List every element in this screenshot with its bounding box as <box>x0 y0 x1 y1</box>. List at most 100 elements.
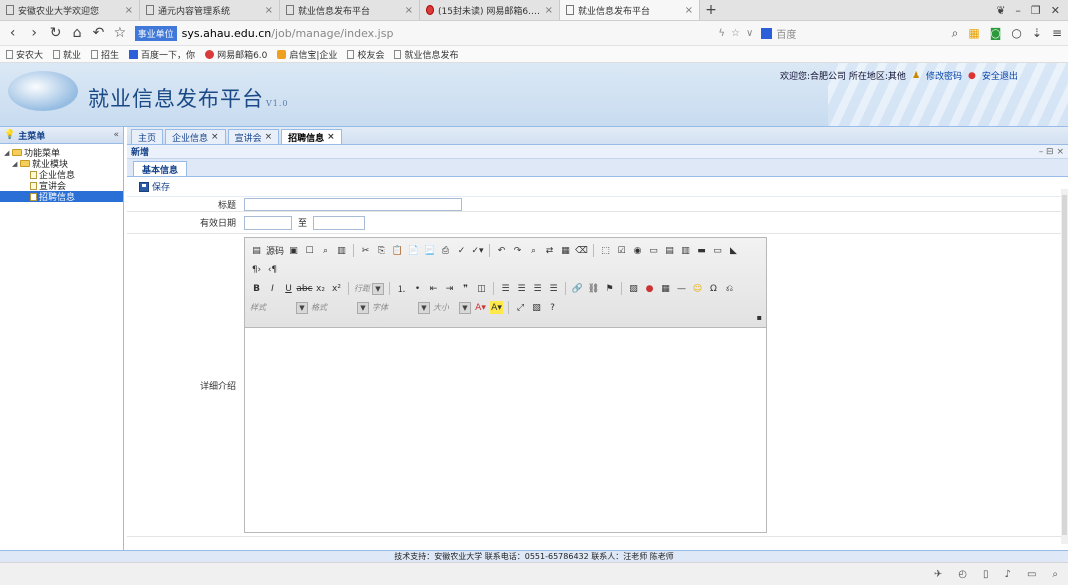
close-icon[interactable]: × <box>685 5 693 16</box>
bookmark-item[interactable]: 校友会 <box>347 48 384 61</box>
strikethrough-icon[interactable]: abc <box>296 282 312 295</box>
select-all-icon[interactable]: ▦ <box>559 244 572 257</box>
paste-icon[interactable]: 📋 <box>391 244 404 257</box>
collapse-sidebar-button[interactable]: « <box>113 130 119 140</box>
date-from-input[interactable] <box>244 215 292 230</box>
button-icon[interactable]: ▬ <box>695 244 708 257</box>
radio-icon[interactable]: ◉ <box>631 244 644 257</box>
paste-word-icon[interactable]: 📃 <box>423 244 436 257</box>
horizontal-rule-icon[interactable]: — <box>675 282 688 295</box>
close-icon[interactable]: × <box>405 5 413 16</box>
history-icon[interactable]: ◴ <box>958 569 967 580</box>
browser-tab-5[interactable]: 就业信息发布平台 × <box>560 0 700 20</box>
bookmark-item[interactable]: 招生 <box>91 48 119 61</box>
forward-icon[interactable]: › <box>27 25 40 41</box>
print-icon[interactable]: ⎙ <box>439 244 452 257</box>
anchor-icon[interactable]: ⚑ <box>603 282 616 295</box>
subscript-icon[interactable]: x₂ <box>314 282 327 295</box>
cut-icon[interactable]: ✂ <box>359 244 372 257</box>
new-page-icon[interactable]: ☐ <box>303 244 316 257</box>
chevron-down-icon[interactable]: ▼ <box>357 301 369 314</box>
ltr-icon[interactable]: ¶› <box>250 263 263 276</box>
new-tab-button[interactable]: + <box>700 0 722 20</box>
source-button[interactable]: 源码 <box>266 244 284 257</box>
menu-icon[interactable]: ≡ <box>1052 26 1062 40</box>
window-close-icon[interactable]: ✕ <box>1051 4 1060 17</box>
unlink-icon[interactable]: ⛓ <box>587 282 600 295</box>
chevron-down-icon[interactable]: ▼ <box>296 301 308 314</box>
undo-close-icon[interactable]: ↶ <box>92 25 105 41</box>
form-icon[interactable]: ⬚ <box>599 244 612 257</box>
spellcheck-dropdown-icon[interactable]: ✓▾ <box>471 244 484 257</box>
main-scrollbar[interactable] <box>1061 189 1068 544</box>
dropdown-icon[interactable]: ∨ <box>746 28 753 39</box>
format-combo[interactable]: 格式 ▼ <box>311 301 369 315</box>
link-icon[interactable]: 🔗 <box>571 282 584 295</box>
date-to-input[interactable] <box>313 215 366 230</box>
spellcheck-icon[interactable]: ✓ <box>455 244 468 257</box>
undo-icon[interactable]: ↶ <box>495 244 508 257</box>
copy-icon[interactable]: ⎘ <box>375 244 388 257</box>
tab-company-info[interactable]: 企业信息 × <box>165 129 226 144</box>
text-color-icon[interactable]: A▾ <box>474 301 487 314</box>
remove-format-icon[interactable]: ⌫ <box>575 244 588 257</box>
hiddenfield-icon[interactable]: ◣ <box>727 244 740 257</box>
bold-icon[interactable]: B <box>250 282 263 295</box>
logout-link[interactable]: 安全退出 <box>982 69 1018 82</box>
special-char-icon[interactable]: Ω <box>707 282 720 295</box>
align-right-icon[interactable]: ☰ <box>531 282 544 295</box>
indent-icon[interactable]: ⇥ <box>443 282 456 295</box>
bookmark-item[interactable]: 百度一下，你 <box>129 48 195 61</box>
align-center-icon[interactable]: ☰ <box>515 282 528 295</box>
font-combo[interactable]: 字体 ▼ <box>372 301 430 315</box>
expand-arrow-icon[interactable]: ◢ <box>12 160 18 168</box>
save-doc-icon[interactable]: ▣ <box>287 244 300 257</box>
browser-tab-4[interactable]: (15封未读) 网易邮箱6.0版 × <box>420 0 560 20</box>
redo-icon[interactable]: ↷ <box>511 244 524 257</box>
close-icon[interactable]: × <box>545 5 553 16</box>
tab-seminar[interactable]: 宣讲会 × <box>227 129 280 144</box>
line-height-combo[interactable]: 行距 ▼ <box>354 282 384 296</box>
rtl-icon[interactable]: ‹¶ <box>266 263 279 276</box>
underline-icon[interactable]: U <box>282 282 295 295</box>
bookmark-item[interactable]: 网易邮箱6.0 <box>205 48 267 61</box>
close-icon[interactable]: × <box>125 5 133 16</box>
flash-icon[interactable]: ● <box>643 282 656 295</box>
shield-icon[interactable]: ◙ <box>990 26 1002 40</box>
bookmark-item[interactable]: 就业 <box>53 48 81 61</box>
superscript-icon[interactable]: x² <box>330 282 343 295</box>
bulleted-list-icon[interactable]: • <box>411 282 424 295</box>
maximize-icon[interactable]: ⤢ <box>514 301 527 314</box>
back-icon[interactable]: ‹ <box>6 25 19 41</box>
tab-home[interactable]: 主页 <box>131 129 164 144</box>
search-input[interactable]: 百度 <box>761 24 943 42</box>
bg-color-icon[interactable]: A▾ <box>490 301 503 314</box>
close-icon[interactable]: × <box>265 5 273 16</box>
zoom-icon[interactable]: ⌕ <box>1052 569 1058 580</box>
paste-text-icon[interactable]: 📄 <box>407 244 420 257</box>
page-break-icon[interactable]: ⎌ <box>723 282 736 295</box>
skin-icon[interactable]: ❦ <box>996 4 1005 17</box>
div-icon[interactable]: ◫ <box>475 282 488 295</box>
tab-basic-info[interactable]: 基本信息 <box>133 161 188 176</box>
restore-icon[interactable]: ❐ <box>1031 4 1041 17</box>
numbered-list-icon[interactable]: ⒈ <box>395 282 408 295</box>
style-combo[interactable]: 样式 ▼ <box>250 301 308 315</box>
size-combo[interactable]: 大小 ▼ <box>433 301 471 315</box>
pin-icon[interactable]: ✈ <box>934 569 942 580</box>
textfield-icon[interactable]: ▭ <box>647 244 660 257</box>
close-icon[interactable]: × <box>327 132 335 142</box>
url-field[interactable]: 事业单位 sys.ahau.edu.cn/job/manage/index.js… <box>134 24 711 43</box>
title-input[interactable] <box>244 197 462 211</box>
home-icon[interactable]: ⌂ <box>70 25 83 41</box>
template-icon[interactable]: ▥ <box>335 244 348 257</box>
select-icon[interactable]: ▥ <box>679 244 692 257</box>
editor-content-area[interactable] <box>245 328 766 532</box>
cloud-icon[interactable]: ○ <box>1011 26 1021 40</box>
align-left-icon[interactable]: ☰ <box>499 282 512 295</box>
window-icon[interactable]: ▭ <box>1027 569 1036 580</box>
chevron-down-icon[interactable]: ▼ <box>459 301 471 314</box>
smiley-icon[interactable]: ☺ <box>691 282 704 295</box>
chevron-down-icon[interactable]: ▼ <box>372 282 384 295</box>
bookmark-item[interactable]: 启信宝|企业 <box>277 48 337 61</box>
